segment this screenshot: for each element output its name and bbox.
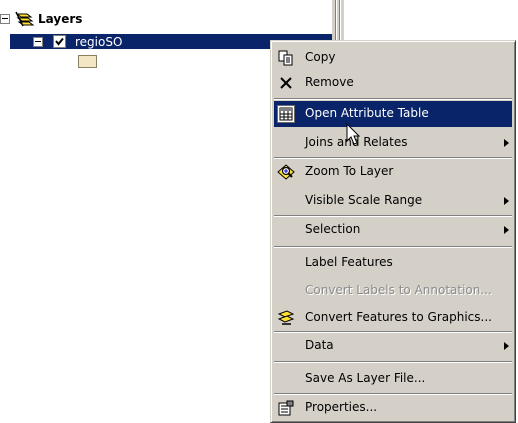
submenu-arrow-icon — [504, 226, 509, 234]
menu-separator — [274, 361, 512, 363]
menu-item-label: Label Features — [305, 255, 393, 269]
menu-item-convert-labels-to-annotation: Convert Labels to Annotation... — [274, 278, 512, 304]
layer-context-menu: Copy Remove Open Attribute Table Joins a… — [270, 40, 516, 423]
menu-item-label: Save As Layer File... — [305, 371, 426, 385]
convert-graphics-icon — [277, 309, 295, 327]
menu-item-visible-scale-range[interactable]: Visible Scale Range — [274, 188, 512, 214]
menu-item-convert-features-to-graphics[interactable]: Convert Features to Graphics... — [274, 305, 512, 331]
menu-item-open-attribute-table[interactable]: Open Attribute Table — [274, 101, 512, 127]
menu-item-label: Convert Features to Graphics... — [305, 310, 492, 324]
layer-collapse-icon[interactable] — [33, 37, 43, 47]
remove-icon — [277, 74, 295, 92]
layer-visibility-checkbox[interactable] — [53, 35, 66, 48]
layers-collapse-icon[interactable] — [0, 14, 10, 24]
menu-item-label: Selection — [305, 222, 361, 236]
menu-item-label: Copy — [305, 50, 336, 64]
layer-symbol-swatch[interactable] — [78, 55, 97, 68]
menu-item-properties[interactable]: Properties... — [274, 395, 512, 421]
menu-separator — [274, 246, 512, 248]
menu-item-label: Visible Scale Range — [305, 193, 423, 207]
attribute-table-icon — [277, 105, 295, 123]
menu-item-joins-and-relates[interactable]: Joins and Relates — [274, 130, 512, 156]
menu-item-copy[interactable]: Copy — [274, 45, 512, 71]
menu-item-label: Remove — [305, 75, 354, 89]
submenu-arrow-icon — [504, 197, 509, 205]
menu-item-label: Zoom To Layer — [305, 164, 394, 178]
zoom-to-layer-icon — [277, 163, 295, 181]
menu-item-zoom-to-layer[interactable]: Zoom To Layer — [274, 159, 512, 185]
layers-root-label[interactable]: Layers — [38, 12, 82, 26]
mouse-pointer-icon — [346, 123, 361, 145]
menu-item-label: Open Attribute Table — [305, 106, 429, 120]
layers-group-icon — [14, 11, 35, 27]
menu-item-label: Data — [305, 338, 334, 352]
checkmark-icon — [55, 37, 64, 46]
properties-icon — [277, 399, 295, 417]
copy-icon — [277, 49, 295, 67]
menu-item-label-features[interactable]: Label Features — [274, 250, 512, 276]
menu-item-save-as-layer-file[interactable]: Save As Layer File... — [274, 366, 512, 392]
menu-item-data[interactable]: Data — [274, 333, 512, 359]
menu-item-label: Convert Labels to Annotation... — [305, 283, 492, 297]
submenu-arrow-icon — [504, 342, 509, 350]
menu-separator — [274, 98, 512, 100]
menu-item-label: Properties... — [305, 400, 378, 414]
layer-name-label[interactable]: regioSO — [75, 35, 122, 49]
submenu-arrow-icon — [504, 139, 509, 147]
menu-item-remove[interactable]: Remove — [274, 70, 512, 96]
menu-item-selection[interactable]: Selection — [274, 217, 512, 243]
